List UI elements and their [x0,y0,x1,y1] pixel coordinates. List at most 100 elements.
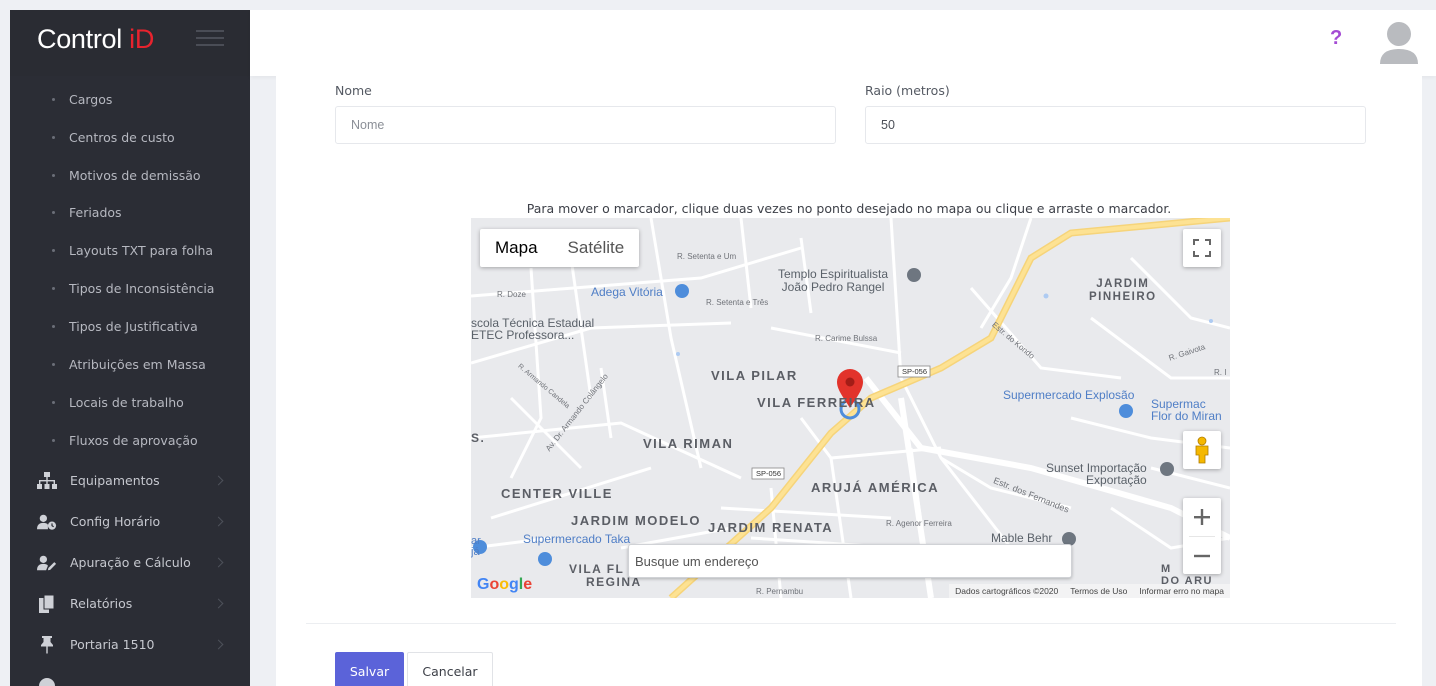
map-canvas[interactable]: SP-056 SP-056 Templo Espiritualista João… [471,218,1230,598]
zoom-control [1183,498,1221,574]
sidebar-item-label: Locais de trabalho [69,394,184,410]
map-type-map-button[interactable]: Mapa [480,229,553,267]
chevron-right-icon [213,516,224,527]
map-road-r-setenta-um: R. Setenta e Um [677,252,737,261]
bullet-icon [52,286,55,290]
street-view-pegman-icon[interactable] [1183,431,1221,469]
sitemap-icon [37,471,57,491]
sidebar-item-relatorios[interactable]: Relatórios [10,583,250,624]
sidebar-item-tipos-de-justificativa[interactable]: Tipos de Justificativa [10,307,250,345]
sidebar-item-label: Config Horário [70,514,161,529]
bullet-icon [52,135,55,139]
sidebar-item-more[interactable] [10,665,250,686]
sidebar-item-label: Feriados [69,204,122,220]
map-label-s: S. [471,431,486,445]
map-label-jardim-pinheiro: JARDIM PINHEIRO [1089,278,1157,303]
map-road-r-pernambuco: R. Pernambu [756,587,804,596]
hamburger-menu-icon[interactable] [196,30,224,50]
sidebar-item-label: Portaria 1510 [70,637,155,652]
map-footer: Dados cartográficos ©2020 Termos de Uso … [949,584,1230,598]
sidebar-item-tipos-de-inconsistencia[interactable]: Tipos de Inconsistência [10,269,250,307]
map-label-aruja-america: ARUJÁ AMÉRICA [811,480,940,495]
sidebar-item-label: Atribuições em Massa [69,356,206,372]
map-road-r-agenor: R. Agenor Ferreira [886,519,952,528]
map-label-escola: scola Técnica Estadual ETEC Professora..… [471,316,595,342]
address-search-input[interactable] [628,544,1072,578]
sidebar-item-label: Centros de custo [69,129,175,145]
map-label-sunset: Sunset Importação Exportação [1046,461,1147,487]
map-road-r-setenta-tres: R. Setenta e Três [706,298,769,307]
bullet-icon [52,400,55,404]
map-hint-text: Para mover o marcador, clique duas vezes… [526,201,1172,216]
sidebar-item-label: Equipamentos [70,473,160,488]
user-avatar-icon[interactable] [1378,20,1420,64]
sidebar-item-portaria-1510[interactable]: Portaria 1510 [10,624,250,665]
sidebar-item-label: Motivos de demissão [69,167,201,183]
form-divider [306,623,1396,624]
map-road-r-carime: R. Carime Bulssa [815,334,878,343]
top-bar: ? [250,10,1436,76]
sidebar-item-label: Cargos [69,91,113,107]
map-type-control: Mapa Satélite [480,229,640,267]
zoom-out-icon[interactable] [1183,537,1221,574]
map-terms-link[interactable]: Termos de Uso [1070,586,1127,596]
map-label-jardim-renata: JARDIM RENATA [708,520,834,535]
google-logo: Google [477,576,533,593]
sidebar-item-cargos[interactable]: Cargos [10,80,250,118]
map-label-sp056: SP-056 [902,367,928,376]
bullet-icon [52,210,55,214]
map-label-vila-fl: VILA FL [569,562,625,576]
map-label-vila-pilar: VILA PILAR [711,368,798,383]
sidebar-item-layouts-txt[interactable]: Layouts TXT para folha [10,231,250,269]
thumbtack-icon [37,635,57,655]
users-clock-icon [37,512,57,532]
save-button[interactable]: Salvar [335,652,404,686]
sidebar-item-label: Apuração e Cálculo [70,555,191,570]
chevron-right-icon [213,557,224,568]
map-label-jardim-modelo: JARDIM MODELO [571,513,701,528]
map-label-vila-ferreira: VILA FERREIRA [757,395,876,410]
sidebar-item-atribuicoes-em-massa[interactable]: Atribuições em Massa [10,345,250,383]
app-logo[interactable]: Control iD [37,24,154,55]
map-label-sp056: SP-056 [756,469,782,478]
chevron-right-icon [213,598,224,609]
name-input[interactable] [335,106,836,144]
map-type-satellite-button[interactable]: Satélite [553,229,640,267]
bullet-icon [52,248,55,252]
bullet-icon [52,438,55,442]
sidebar-item-label: Tipos de Justificativa [69,318,198,334]
sidebar-item-centros-de-custo[interactable]: Centros de custo [10,118,250,156]
bullet-icon [52,324,55,328]
sidebar: Control iD Cargos Centros de custo Motiv… [10,10,250,686]
map-report-link[interactable]: Informar erro no mapa [1139,586,1224,596]
map-label-mable: Mable Behr [991,531,1053,545]
map-road-r-right: R. I [1214,368,1227,377]
bullet-icon [52,362,55,366]
logo-accent-text: iD [129,24,155,54]
sidebar-item-locais-de-trabalho[interactable]: Locais de trabalho [10,383,250,421]
cancel-button[interactable]: Cancelar [407,652,493,686]
radius-input[interactable] [865,106,1366,144]
sidebar-item-config-horario[interactable]: Config Horário [10,501,250,542]
sidebar-item-label: Tipos de Inconsistência [69,280,215,296]
zoom-in-icon[interactable] [1183,498,1221,536]
chevron-right-icon [213,475,224,486]
sidebar-item-fluxos-de-aprovacao[interactable]: Fluxos de aprovação [10,421,250,459]
user-edit-icon [37,553,57,573]
bullet-icon [52,173,55,177]
circle-icon [37,676,57,686]
sidebar-item-label: Layouts TXT para folha [69,242,214,258]
app-logo-bar: Control iD [10,10,250,76]
map-label-vila-riman: VILA RIMAN [643,436,734,451]
sidebar-item-apuracao-e-calculo[interactable]: Apuração e Cálculo [10,542,250,583]
sidebar-item-motivos-de-demissao[interactable]: Motivos de demissão [10,156,250,194]
fullscreen-icon[interactable] [1183,229,1221,267]
help-icon[interactable]: ? [1330,27,1342,50]
sidebar-item-feriados[interactable]: Feriados [10,193,250,231]
logo-text: Control [37,24,130,54]
sidebar-item-label: Relatórios [70,596,133,611]
map-label-supermercado-flor: Supermac Flor do Miran [1151,397,1222,423]
sidebar-item-equipamentos[interactable]: Equipamentos [10,460,250,501]
map-data-credit: Dados cartográficos ©2020 [955,586,1059,596]
bullet-icon [52,97,55,101]
